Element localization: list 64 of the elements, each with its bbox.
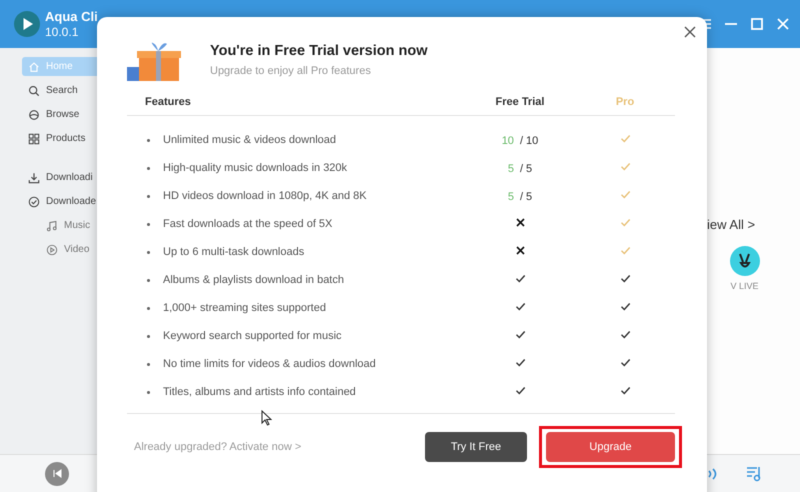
check-icon	[514, 385, 526, 396]
download-icon	[28, 172, 40, 184]
bullet-icon	[147, 278, 150, 282]
sidebar-item[interactable]: Music	[22, 216, 97, 235]
bullet-icon	[147, 250, 150, 254]
globe-icon	[28, 108, 40, 120]
column-header: Free Trial	[496, 96, 544, 108]
check-icon	[514, 301, 526, 312]
sidebar-item[interactable]: Browse	[22, 105, 97, 124]
maximize-icon[interactable]	[750, 17, 764, 31]
check-icon	[514, 273, 526, 284]
sidebar-item[interactable]: Video	[22, 240, 97, 259]
check-circle-icon	[28, 196, 40, 208]
bullet-icon	[147, 334, 150, 338]
sidebar-item[interactable]: Products	[22, 129, 97, 148]
feature-text: HD videos download in 1080p, 4K and 8K	[163, 190, 367, 202]
usage-count: 5 / 5	[508, 191, 532, 203]
view-all-link[interactable]: iew All >	[707, 217, 756, 232]
column-header: Pro	[616, 96, 634, 108]
music-note-icon	[46, 220, 58, 232]
feature-text: Keyword search supported for music	[163, 330, 342, 342]
bullet-icon	[147, 222, 150, 226]
sidebar-item[interactable]: Downloadi	[22, 168, 97, 187]
feature-text: 1,000+ streaming sites supported	[163, 302, 326, 314]
app-name: Aqua Cli	[45, 9, 98, 25]
dialog-title: You're in Free Trial version now	[210, 43, 428, 59]
play-circle-icon	[46, 244, 58, 256]
column-header: Features	[144, 96, 192, 108]
usage-count: 10 / 10	[502, 135, 538, 147]
feature-text: Unlimited music & videos download	[163, 134, 336, 146]
close-icon[interactable]	[683, 25, 697, 39]
feature-text: Albums & playlists download in batch	[163, 274, 344, 286]
feature-text: Up to 6 multi-task downloads	[163, 246, 304, 258]
feature-text: Fast downloads at the speed of 5X	[163, 218, 332, 230]
skip-back-icon	[52, 469, 62, 478]
gift-drawing	[127, 41, 183, 81]
cross-icon	[514, 217, 526, 228]
sidebar-item[interactable]: Search	[22, 81, 97, 100]
usage-count: 5 / 5	[508, 163, 532, 175]
bullet-icon	[147, 194, 150, 198]
bullet-icon	[147, 166, 150, 170]
app-version: 10.0.1	[45, 25, 80, 39]
home-icon	[28, 60, 40, 72]
cross-icon	[514, 245, 526, 256]
previous-button[interactable]	[45, 462, 69, 486]
check-icon	[514, 329, 526, 340]
dialog-subtitle: Upgrade to enjoy all Pro features	[210, 65, 372, 77]
bullet-icon	[147, 306, 150, 310]
feature-text: High-quality music downloads in 320k	[163, 162, 348, 174]
bullet-icon	[147, 390, 150, 394]
bullet-icon	[147, 362, 150, 366]
feature-text: No time limits for videos & audios download	[163, 358, 376, 370]
bullet-icon	[147, 138, 150, 142]
cursor-icon	[261, 410, 272, 426]
sidebar-item[interactable]: Downloade	[22, 192, 97, 211]
check-icon	[514, 357, 526, 368]
search-icon	[28, 84, 40, 96]
try-free-button[interactable]: Try It Free	[425, 432, 527, 462]
site-label: V LIVE	[730, 281, 758, 291]
grid-icon	[28, 132, 40, 144]
upgrade-button[interactable]: Upgrade	[546, 432, 675, 462]
hand-sign-icon[interactable]	[730, 246, 760, 276]
feature-text: Titles, albums and artists info contained	[163, 386, 356, 398]
logo-icon	[14, 11, 40, 37]
